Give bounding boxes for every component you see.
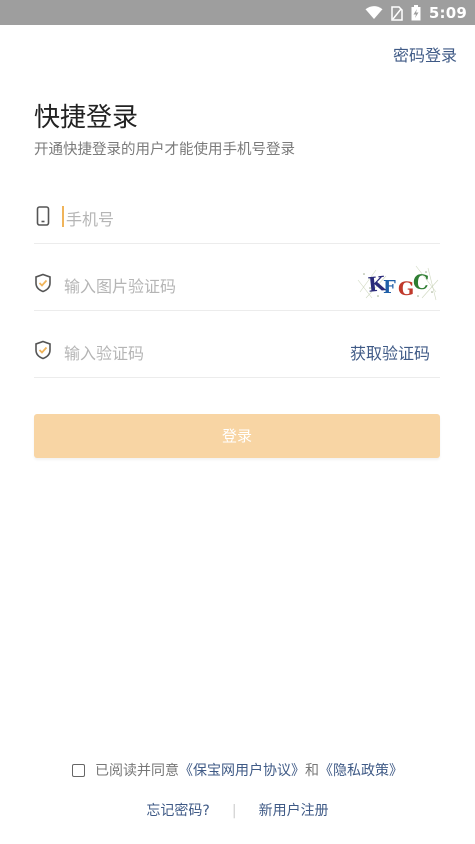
phone-field[interactable]: 手机号 — [34, 189, 440, 244]
shield-check-icon — [34, 340, 52, 360]
phone-icon — [34, 206, 52, 226]
agreement-checkbox[interactable] — [72, 764, 85, 777]
text-cursor — [62, 206, 64, 227]
get-code-button[interactable]: 获取验证码 — [350, 340, 430, 364]
password-login-link[interactable]: 密码登录 — [393, 42, 457, 66]
user-agreement-link[interactable]: 《保宝网用户协议》 — [179, 763, 305, 779]
forgot-password-link[interactable]: 忘记密码? — [146, 803, 209, 819]
status-time: 5:09 — [428, 4, 467, 22]
image-code-field[interactable]: 输入图片验证码 K F G C — [34, 256, 440, 311]
status-icons: 5:09 — [365, 3, 467, 23]
agreement-conjunction: 和 — [305, 763, 319, 779]
wifi-icon — [365, 6, 383, 20]
battery-charging-icon — [411, 5, 421, 21]
footer-links: 忘记密码? | 新用户注册 — [0, 800, 475, 820]
page-title: 快捷登录 — [34, 103, 139, 133]
sms-code-input[interactable]: 输入验证码 — [64, 340, 144, 364]
footer-separator: | — [231, 803, 237, 819]
phone-input[interactable]: 手机号 — [66, 206, 114, 230]
image-code-input[interactable]: 输入图片验证码 — [64, 273, 176, 297]
captcha-image[interactable]: K F G C — [356, 262, 440, 302]
agreement-row: 已阅读并同意《保宝网用户协议》和《隐私政策》 — [0, 760, 475, 780]
login-button[interactable]: 登录 — [34, 414, 440, 458]
page-subtitle: 开通快捷登录的用户才能使用手机号登录 — [34, 142, 295, 158]
sim-icon — [391, 5, 403, 21]
privacy-policy-link[interactable]: 《隐私政策》 — [319, 763, 403, 779]
status-bar: 5:09 — [0, 0, 475, 25]
agreement-prefix: 已阅读并同意 — [95, 763, 179, 779]
register-link[interactable]: 新用户注册 — [259, 803, 329, 819]
shield-check-icon — [34, 273, 52, 293]
sms-code-field[interactable]: 输入验证码 获取验证码 — [34, 323, 440, 378]
